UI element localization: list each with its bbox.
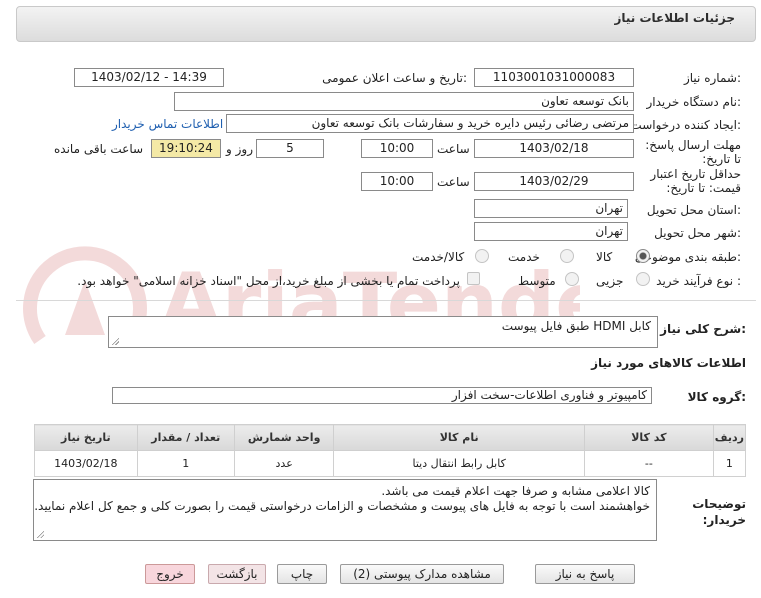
reply-deadline-time-label: ساعت (437, 142, 470, 156)
delivery-city-label: شهر محل تحویل: (654, 226, 741, 240)
buyer-org-field: بانک توسعه تعاون (174, 92, 634, 111)
cell-row: 1 (712, 450, 747, 477)
col-unit: واحد شمارش (233, 424, 335, 451)
buyer-notes-label: توضیحات خریدار: (692, 497, 746, 527)
price-validity-label: حداقل تاریخ اعتبار قیمت: تا تاریخ: (650, 167, 741, 195)
print-button[interactable]: چاپ (277, 564, 327, 584)
resize-handle-icon[interactable] (111, 337, 119, 345)
announce-datetime-field: 1403/02/12 - 14:39 (74, 68, 224, 87)
need-number-label: شماره نیاز: (683, 71, 741, 85)
reply-deadline-time: 10:00 (361, 139, 433, 158)
need-summary-textarea[interactable]: کابل HDMI طبق فایل پیوست (108, 316, 658, 348)
reply-deadline-label: مهلت ارسال پاسخ: تا تاریخ: (645, 138, 741, 166)
buyer-contact-link[interactable]: اطلاعات تماس خریدار (112, 117, 223, 131)
announce-datetime-label: تاریخ و ساعت اعلان عمومی: (322, 71, 467, 85)
category-option-service: خدمت (508, 250, 540, 264)
col-quantity: تعداد / مقدار (136, 424, 235, 451)
table-row: 1 -- کابل رابط انتقال دیتا عدد 1 1403/02… (34, 450, 747, 477)
exit-button[interactable]: خروج (145, 564, 195, 584)
cell-name: کابل رابط انتقال دیتا (333, 450, 585, 477)
cell-quantity: 1 (136, 450, 235, 477)
process-radio-minor[interactable] (636, 272, 650, 286)
process-radio-medium[interactable] (565, 272, 579, 286)
buyer-notes-line1: کالا اعلامی مشابه و صرفا جهت اعلام قیمت … (381, 484, 650, 498)
resize-handle-icon[interactable] (36, 530, 44, 538)
need-summary-label: شرح کلی نیاز: (660, 322, 746, 336)
buyer-org-label: نام دستگاه خریدار: (646, 95, 742, 109)
divider (16, 300, 756, 301)
view-attachments-button[interactable]: مشاهده مدارک پیوستی (2) (340, 564, 504, 584)
remaining-time-field: 19:10:24 (151, 139, 221, 158)
requester-field: مرتضی رضائی رئیس دایره خرید و سفارشات با… (226, 114, 634, 133)
reply-deadline-days: 5 (256, 139, 324, 158)
delivery-province-field: تهران (474, 199, 628, 218)
process-option-minor: جزیی (596, 274, 624, 288)
remaining-time-label: ساعت باقی مانده (54, 142, 144, 156)
col-need-date: تاریخ نیاز (34, 424, 138, 451)
category-radio-service[interactable] (560, 249, 574, 263)
back-button[interactable]: بازگشت (208, 564, 266, 584)
category-option-goods-service: کالا/خدمت (412, 250, 465, 264)
buyer-notes-textarea[interactable]: کالا اعلامی مشابه و صرفا جهت اعلام قیمت … (33, 479, 657, 541)
need-number-field: 1103001031000083 (474, 68, 634, 87)
cell-code: -- (583, 450, 714, 477)
price-validity-date: 1403/02/29 (474, 172, 634, 191)
category-radio-goods-service[interactable] (475, 249, 489, 263)
col-name: نام کالا (333, 424, 585, 451)
col-code: کد کالا (583, 424, 714, 451)
goods-group-field: کامپیوتر و فناوری اطلاعات-سخت افزار (112, 387, 652, 404)
reply-button[interactable]: پاسخ به نیاز (535, 564, 635, 584)
category-label: طبقه بندی موضوعی: (634, 250, 741, 264)
goods-table: ردیف کد کالا نام کالا واحد شمارش تعداد /… (34, 424, 747, 477)
reply-deadline-date: 1403/02/18 (474, 139, 634, 158)
process-type-label: نوع فرآیند خرید : (656, 274, 741, 288)
price-validity-time-label: ساعت (437, 175, 470, 189)
goods-info-title: اطلاعات کالاهای مورد نیاز (591, 356, 746, 370)
requester-label: ایجاد کننده درخواست: (630, 118, 741, 132)
delivery-city-field: تهران (474, 222, 628, 241)
delivery-province-label: استان محل تحویل: (646, 203, 741, 217)
category-option-goods: کالا (596, 250, 613, 264)
process-option-medium: متوسط (518, 274, 556, 288)
category-radio-goods[interactable] (636, 249, 650, 263)
price-validity-time: 10:00 (361, 172, 433, 191)
page-title: جزئیات اطلاعات نیاز (614, 11, 735, 25)
cell-unit: عدد (233, 450, 335, 477)
col-row: ردیف (712, 424, 747, 451)
treasury-payment-checkbox[interactable] (467, 272, 480, 285)
goods-group-label: گروه کالا: (687, 390, 746, 404)
treasury-payment-note: پرداخت تمام یا بخشی از مبلغ خرید،از محل … (77, 274, 460, 288)
cell-need-date: 1403/02/18 (34, 450, 138, 477)
days-label: روز و (226, 142, 253, 156)
goods-table-header: ردیف کد کالا نام کالا واحد شمارش تعداد /… (34, 424, 747, 451)
need-summary-text: کابل HDMI طبق فایل پیوست (501, 319, 651, 333)
buyer-notes-line2: خواهشمند است با توجه به فایل های پیوست و… (34, 499, 650, 513)
